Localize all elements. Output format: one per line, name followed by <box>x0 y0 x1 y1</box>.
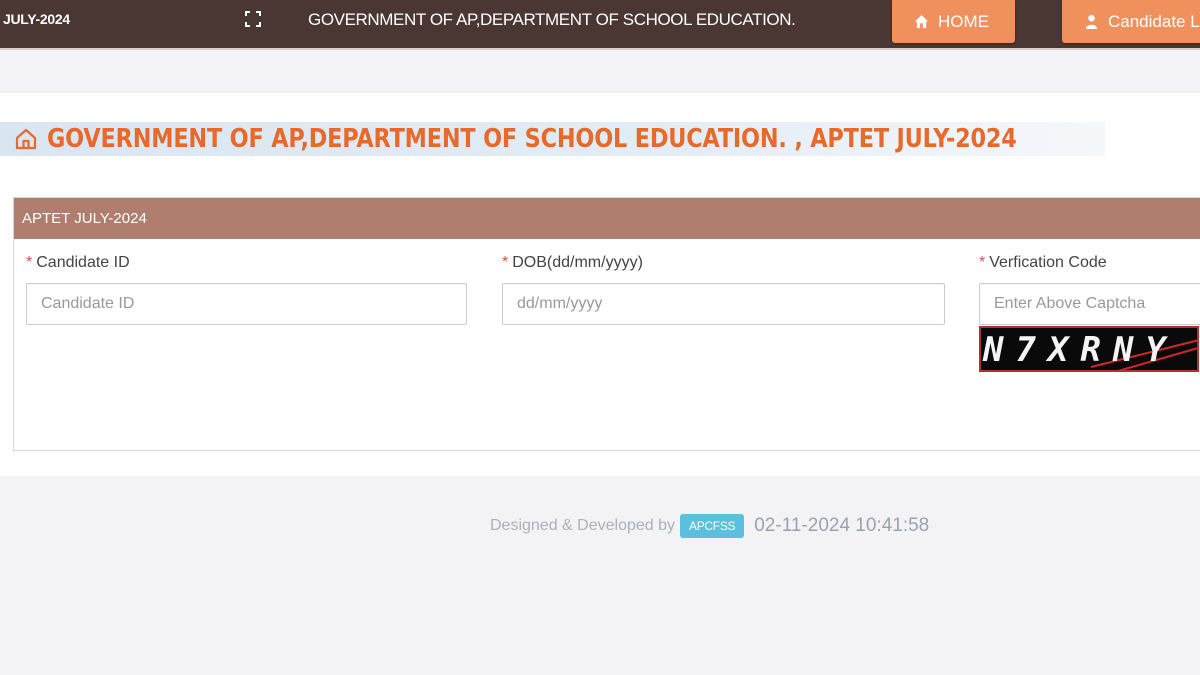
dob-label-text: DOB(dd/mm/yyyy) <box>512 254 643 271</box>
top-navbar: JULY-2024 GOVERNMENT OF AP,DEPARTMENT OF… <box>0 0 1200 50</box>
dob-label: * DOB(dd/mm/yyyy) <box>502 254 945 272</box>
home-button-label: HOME <box>938 11 989 31</box>
verification-code-field: * Verfication Code <box>979 254 1200 325</box>
sub-header-strip <box>0 52 1200 92</box>
nav-brand: JULY-2024 <box>3 11 70 27</box>
candidate-id-field: * Candidate ID <box>26 254 467 325</box>
expand-icon[interactable] <box>244 10 262 28</box>
candidate-id-label: * Candidate ID <box>26 254 467 272</box>
nav-title: GOVERNMENT OF AP,DEPARTMENT OF SCHOOL ED… <box>308 10 796 29</box>
candidate-id-label-text: Candidate ID <box>36 254 130 271</box>
user-icon <box>1084 14 1099 29</box>
candidate-button-label: Candidate L <box>1108 11 1200 31</box>
candidate-login-button[interactable]: Candidate L <box>1062 0 1200 43</box>
captcha-text: N7XRNY <box>983 330 1178 370</box>
candidate-id-input[interactable] <box>26 283 467 325</box>
footer: Designed & Developed by APCFSS 02-11-202… <box>490 514 929 538</box>
verification-code-label-text: Verfication Code <box>989 254 1107 271</box>
home-outline-icon <box>14 127 38 151</box>
required-mark: * <box>26 254 33 271</box>
footer-credit: Designed & Developed by <box>490 517 676 534</box>
dob-input[interactable] <box>502 283 945 325</box>
page-title-text: GOVERNMENT OF AP,DEPARTMENT OF SCHOOL ED… <box>47 124 1017 154</box>
dob-field: * DOB(dd/mm/yyyy) <box>502 254 945 325</box>
panel-heading: APTET JULY-2024 <box>14 198 1200 239</box>
verification-code-label: * Verfication Code <box>979 254 1200 272</box>
login-panel: APTET JULY-2024 *Candidate ID *DOB(dd/mm… <box>13 197 1200 451</box>
footer-timestamp: 02-11-2024 10:41:58 <box>754 515 930 536</box>
captcha-input[interactable] <box>979 283 1200 325</box>
required-mark: * <box>979 254 986 271</box>
captcha-image: N7XRNY <box>979 326 1199 372</box>
main-content: GOVERNMENT OF AP,DEPARTMENT OF SCHOOL ED… <box>0 93 1200 476</box>
home-button[interactable]: HOME <box>892 0 1015 43</box>
developer-badge: APCFSS <box>680 514 745 538</box>
required-mark: * <box>502 254 509 271</box>
home-icon <box>914 14 929 29</box>
page-title: GOVERNMENT OF AP,DEPARTMENT OF SCHOOL ED… <box>0 122 1105 156</box>
